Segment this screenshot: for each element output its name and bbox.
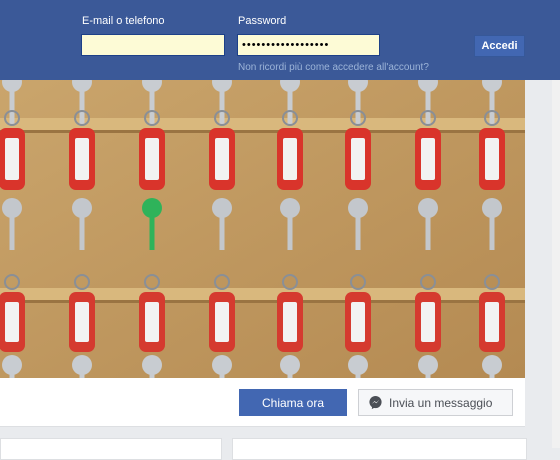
key-head bbox=[2, 198, 22, 218]
key-blade bbox=[219, 216, 225, 250]
key-blade bbox=[489, 90, 495, 124]
key-blade bbox=[287, 90, 293, 124]
key-head bbox=[482, 355, 502, 375]
tag-label-window bbox=[421, 138, 435, 180]
key-blade bbox=[355, 90, 361, 124]
tag-label-window bbox=[5, 302, 19, 342]
key-head bbox=[348, 355, 368, 375]
key-head bbox=[2, 355, 22, 375]
tag-label-window bbox=[485, 302, 499, 342]
key-blade bbox=[149, 90, 155, 124]
email-input[interactable] bbox=[81, 34, 225, 56]
messenger-icon bbox=[369, 395, 382, 410]
password-input[interactable] bbox=[237, 34, 380, 56]
scroll-area bbox=[552, 80, 560, 448]
tag-label-window bbox=[145, 302, 159, 342]
key-blade bbox=[287, 216, 293, 250]
key-blade bbox=[9, 90, 15, 124]
forgot-account-link[interactable]: Non ricordi più come accedere all'accoun… bbox=[238, 62, 429, 73]
tag-label-window bbox=[351, 138, 365, 180]
key-blade bbox=[79, 90, 85, 124]
key-head bbox=[72, 355, 92, 375]
cover-photo bbox=[0, 80, 525, 378]
tag-label-window bbox=[75, 302, 89, 342]
key-head bbox=[280, 198, 300, 218]
key-blade bbox=[219, 90, 225, 124]
key-blade bbox=[79, 216, 85, 250]
tag-label-window bbox=[215, 302, 229, 342]
tag-label-window bbox=[283, 302, 297, 342]
tag-label-window bbox=[5, 138, 19, 180]
tag-label-window bbox=[485, 138, 499, 180]
tag-label-window bbox=[351, 302, 365, 342]
key-blade bbox=[489, 216, 495, 250]
keys-photo bbox=[0, 80, 525, 378]
key-head bbox=[72, 198, 92, 218]
key-blade bbox=[425, 216, 431, 250]
top-login-bar: E-mail o telefono Password Accedi Non ri… bbox=[0, 0, 560, 80]
key-head bbox=[348, 198, 368, 218]
key-head bbox=[142, 355, 162, 375]
tag-label-window bbox=[283, 138, 297, 180]
key-head bbox=[212, 355, 232, 375]
key-head bbox=[418, 198, 438, 218]
email-label: E-mail o telefono bbox=[82, 15, 165, 27]
tag-label-window bbox=[421, 302, 435, 342]
call-now-button[interactable]: Chiama ora bbox=[239, 389, 347, 416]
tag-label-window bbox=[145, 138, 159, 180]
login-button[interactable]: Accedi bbox=[474, 35, 525, 57]
key-blade bbox=[355, 216, 361, 250]
key-blade bbox=[425, 90, 431, 124]
key-head bbox=[142, 198, 162, 218]
info-card-right bbox=[232, 438, 527, 460]
key-head bbox=[418, 355, 438, 375]
key-head bbox=[482, 198, 502, 218]
tag-label-window bbox=[215, 138, 229, 180]
tag-label-window bbox=[75, 138, 89, 180]
password-label: Password bbox=[238, 15, 287, 27]
info-card-left bbox=[0, 438, 222, 460]
key-blade bbox=[149, 216, 155, 250]
key-head bbox=[280, 355, 300, 375]
key-head bbox=[212, 198, 232, 218]
key-blade bbox=[9, 216, 15, 250]
